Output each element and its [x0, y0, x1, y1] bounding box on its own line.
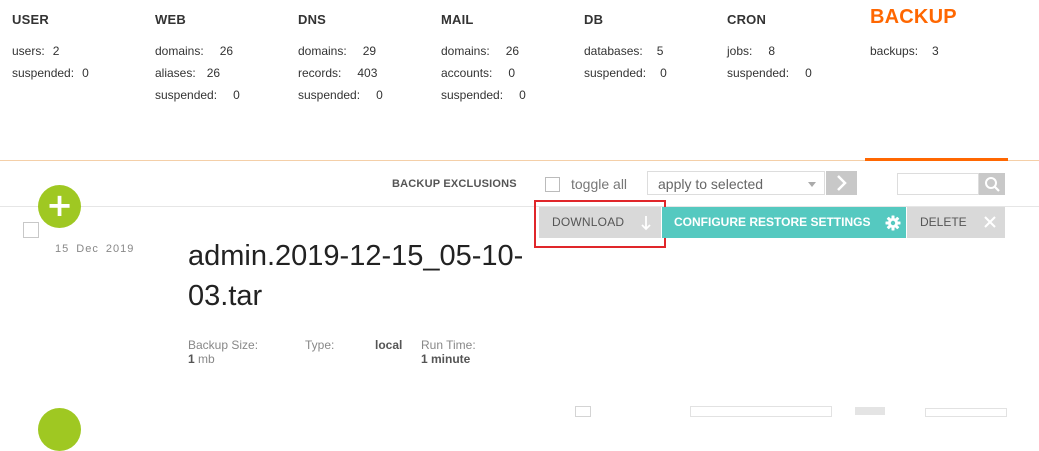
- stat-user-suspended: suspended: 0: [12, 66, 89, 80]
- chevron-right-icon: [837, 175, 847, 191]
- stat-cron-suspended: suspended: 0: [727, 66, 812, 80]
- next-row-checkbox[interactable]: [575, 406, 591, 417]
- stat-dns-domains: domains: 29: [298, 44, 377, 58]
- stat-dns-records: records: 403: [298, 66, 378, 80]
- active-tab-indicator: [865, 158, 1008, 161]
- backup-size-value: 1 mb: [188, 352, 215, 366]
- configure-restore-settings-button[interactable]: CONFIGURE RESTORE SETTINGS: [662, 207, 906, 238]
- stat-cron-jobs: jobs: 8: [727, 44, 776, 58]
- stat-dns-suspended: suspended: 0: [298, 88, 383, 102]
- apply-button[interactable]: [826, 171, 857, 195]
- top-navigation: USER users: 2 suspended: 0 WEB domains: 26 …: [0, 0, 1039, 160]
- stat-db-suspended: suspended: 0: [584, 66, 667, 80]
- next-row-search-input[interactable]: [925, 408, 1007, 417]
- delete-button[interactable]: DELETE: [907, 207, 1005, 238]
- stat-users: users: 2: [12, 44, 60, 58]
- stat-databases: databases: 5: [584, 44, 664, 58]
- toggle-all-label[interactable]: toggle all: [571, 176, 627, 192]
- search-button[interactable]: [979, 173, 1005, 195]
- stat-mail-accounts: accounts: 0: [441, 66, 516, 80]
- toggle-all-checkbox[interactable]: [545, 177, 560, 192]
- stat-web-aliases: aliases: 26: [155, 66, 221, 80]
- bulk-action-select[interactable]: apply to selected: [647, 171, 825, 195]
- nav-title-mail[interactable]: MAIL: [441, 12, 474, 27]
- search-icon: [985, 177, 1000, 192]
- run-time-label: Run Time:: [421, 338, 476, 352]
- caret-down-icon: [808, 182, 816, 187]
- next-row-select[interactable]: [690, 406, 832, 417]
- stat-mail-domains: domains: 26: [441, 44, 520, 58]
- stat-web-suspended: suspended: 0: [155, 88, 240, 102]
- configure-restore-label: CONFIGURE RESTORE SETTINGS: [674, 215, 871, 229]
- bulk-action-value: apply to selected: [658, 176, 764, 192]
- row-checkbox[interactable]: [23, 222, 39, 238]
- delete-label: DELETE: [920, 215, 967, 229]
- search-input[interactable]: [897, 173, 979, 195]
- run-time-value: 1 minute: [421, 352, 471, 366]
- stat-backups: backups: 3: [870, 44, 939, 58]
- nav-title-dns[interactable]: DNS: [298, 12, 326, 27]
- backup-date: 15 Dec 2019: [55, 243, 135, 255]
- nav-title-cron[interactable]: CRON: [727, 12, 766, 27]
- backup-size-label: Backup Size:: [188, 338, 259, 352]
- download-highlight-box: [534, 200, 666, 248]
- stat-mail-suspended: suspended: 0: [441, 88, 526, 102]
- nav-title-db[interactable]: DB: [584, 12, 603, 27]
- backup-filename: admin.2019-12-15_05-10-03.tar: [188, 240, 524, 312]
- backup-type-value: local: [375, 338, 403, 352]
- stat-web-domains: domains: 26: [155, 44, 234, 58]
- close-icon: [984, 216, 996, 228]
- add-backup-button-next-row[interactable]: [38, 408, 81, 451]
- backup-type-label: Type:: [305, 338, 335, 352]
- nav-title-user[interactable]: USER: [12, 12, 49, 27]
- gear-icon: [885, 215, 901, 231]
- backup-exclusions-link[interactable]: BACKUP EXCLUSIONS: [392, 178, 517, 190]
- add-backup-button[interactable]: +: [38, 185, 81, 228]
- backup-size-unit: mb: [198, 352, 215, 366]
- nav-title-backup[interactable]: BACKUP: [870, 6, 957, 29]
- nav-title-web[interactable]: WEB: [155, 12, 186, 27]
- plus-icon: +: [46, 186, 73, 224]
- next-row-apply-button[interactable]: [855, 407, 885, 415]
